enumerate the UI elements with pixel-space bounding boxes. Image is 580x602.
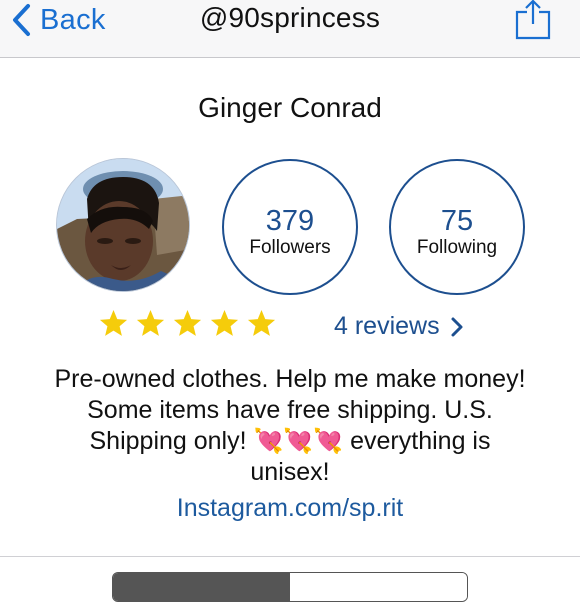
segmented-control	[112, 572, 468, 602]
heart-emoji-icon: 💘💘💘	[253, 427, 344, 455]
share-icon	[515, 0, 551, 40]
star-icon	[247, 309, 276, 336]
reviews-label: 4 reviews	[334, 312, 440, 340]
following-stat[interactable]: 75 Following	[389, 159, 525, 295]
bio-line: Shipping only! 💘💘💘 everything is	[20, 426, 560, 457]
segment-left[interactable]	[113, 573, 290, 601]
bio-text-segment: everything is	[350, 427, 491, 455]
star-icon	[210, 309, 239, 336]
following-count: 75	[440, 205, 474, 237]
reviews-link[interactable]: 4 reviews	[334, 312, 464, 341]
bio-text: Pre-owned clothes. Help me make money! S…	[20, 364, 560, 488]
followers-count: 379	[265, 205, 315, 237]
star-rating	[98, 308, 277, 344]
star-icon	[99, 309, 128, 336]
star-icon	[136, 309, 165, 336]
divider	[0, 556, 580, 557]
followers-stat[interactable]: 379 Followers	[222, 159, 358, 295]
avatar[interactable]	[56, 158, 190, 292]
avatar-photo	[57, 159, 189, 291]
bio-line: Pre-owned clothes. Help me make money!	[54, 365, 526, 393]
page-title: @90sprincess	[199, 2, 381, 33]
star-icon	[173, 309, 202, 336]
segment-right[interactable]	[290, 573, 467, 601]
bio-line: unisex!	[250, 458, 330, 486]
bio-line: Some items have free shipping. U.S.	[87, 396, 493, 424]
chevron-right-icon	[451, 317, 463, 336]
following-label: Following	[416, 237, 498, 258]
share-button[interactable]	[513, 0, 553, 42]
followers-label: Followers	[249, 237, 331, 258]
bio-text-segment: Shipping only!	[89, 427, 247, 455]
profile-name: Ginger Conrad	[198, 92, 382, 123]
instagram-link[interactable]: Instagram.com/sp.rit	[0, 494, 580, 523]
navigation-bar: Back @90sprincess	[0, 0, 580, 58]
